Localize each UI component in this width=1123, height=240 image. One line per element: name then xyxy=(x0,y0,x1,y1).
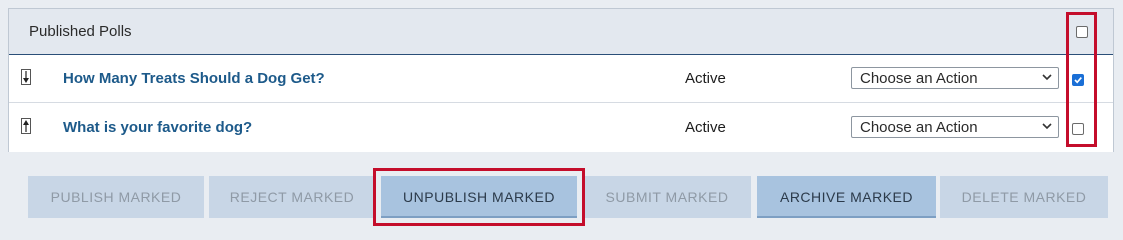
archive-marked-button[interactable]: ARCHIVE MARKED xyxy=(757,176,936,218)
panel-title: Published Polls xyxy=(29,23,132,40)
action-select[interactable]: Choose an Action xyxy=(851,67,1059,89)
select-all-checkbox[interactable] xyxy=(1076,26,1088,38)
row-checkbox[interactable] xyxy=(1072,123,1084,135)
panel-header: Published Polls xyxy=(9,9,1113,55)
unpublish-marked-button[interactable]: UNPUBLISH MARKED xyxy=(381,176,577,218)
poll-status: Active xyxy=(685,70,726,87)
poll-title-link[interactable]: How Many Treats Should a Dog Get? xyxy=(63,70,325,87)
published-polls-panel: Published Polls How Many Treats Should a… xyxy=(8,8,1114,152)
action-select[interactable]: Choose an Action xyxy=(851,116,1059,138)
reject-marked-button[interactable]: REJECT MARKED xyxy=(209,176,375,218)
submit-marked-button[interactable]: SUBMIT MARKED xyxy=(583,176,751,218)
delete-marked-button[interactable]: DELETE MARKED xyxy=(940,176,1108,218)
poll-row: What is your favorite dog? Active Choose… xyxy=(9,104,1113,152)
chevron-down-icon xyxy=(1042,74,1052,81)
arrow-up-icon[interactable] xyxy=(21,118,31,134)
chevron-down-icon xyxy=(1042,123,1052,130)
row-checkbox[interactable] xyxy=(1072,74,1084,86)
poll-title-link[interactable]: What is your favorite dog? xyxy=(63,119,252,136)
arrow-down-icon[interactable] xyxy=(21,69,31,85)
poll-status: Active xyxy=(685,119,726,136)
action-select-value: Choose an Action xyxy=(860,70,978,87)
publish-marked-button[interactable]: PUBLISH MARKED xyxy=(28,176,204,218)
poll-row: How Many Treats Should a Dog Get? Active… xyxy=(9,55,1113,103)
action-select-value: Choose an Action xyxy=(860,119,978,136)
